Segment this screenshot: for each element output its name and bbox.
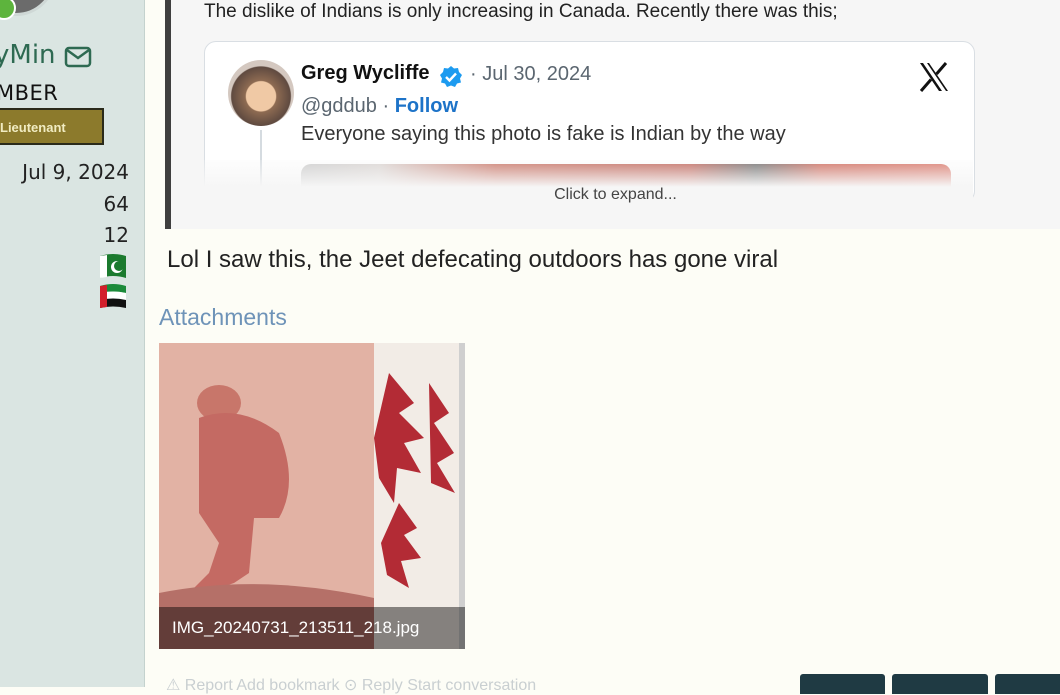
tweet-follow-link[interactable]: Follow bbox=[395, 95, 458, 117]
attachments-section: Attachments IMG_20240731_213511_218.jpg … bbox=[158, 286, 1060, 694]
quote-text: The dislike of Indians is only increasin… bbox=[204, 1, 838, 22]
rank-badge: Lieutenant bbox=[0, 108, 104, 145]
attachment-image bbox=[159, 343, 465, 649]
online-status-icon bbox=[0, 0, 16, 20]
post-body-text: Lol I saw this, the Jeet defecating outd… bbox=[167, 246, 779, 273]
user-sidebar: yMin MBER Lieutenant Jul 9, 2024 64 12 bbox=[0, 0, 145, 687]
uae-flag-icon bbox=[100, 284, 126, 308]
reaction-score: 12 bbox=[103, 223, 129, 247]
tweet-text: Everyone saying this photo is fake is In… bbox=[301, 123, 786, 145]
mail-icon[interactable] bbox=[64, 45, 92, 69]
tweet-handle-text[interactable]: @gddub bbox=[301, 95, 377, 117]
reply-button[interactable] bbox=[995, 674, 1060, 694]
rank-label: Lieutenant bbox=[0, 120, 66, 135]
attachments-heading: Attachments bbox=[159, 304, 287, 330]
like-button[interactable] bbox=[800, 674, 885, 694]
username-link[interactable]: yMin bbox=[0, 40, 56, 70]
verified-badge-icon bbox=[440, 66, 462, 87]
click-to-expand[interactable]: Click to expand... bbox=[171, 186, 1060, 204]
post-footer-actions[interactable]: ⚠ Report Add bookmark ⊙ Reply Start conv… bbox=[166, 675, 536, 695]
join-date: Jul 9, 2024 bbox=[22, 160, 129, 184]
attachment-thumbnail[interactable]: IMG_20240731_213511_218.jpg bbox=[159, 343, 465, 649]
attachment-filename[interactable]: IMG_20240731_213511_218.jpg bbox=[172, 618, 419, 638]
tweet-handle-separator: · bbox=[382, 95, 390, 117]
quote-block: The dislike of Indians is only increasin… bbox=[165, 0, 1060, 229]
message-count: 64 bbox=[103, 192, 129, 216]
tweet-date[interactable]: · Jul 30, 2024 bbox=[470, 63, 591, 86]
user-role: MBER bbox=[0, 81, 59, 105]
x-logo-icon[interactable] bbox=[917, 60, 951, 94]
tweet-avatar[interactable] bbox=[228, 60, 294, 126]
tweet-handle: @gddub · Follow bbox=[301, 95, 458, 118]
pakistan-flag-icon bbox=[100, 254, 126, 278]
tweet-author-name[interactable]: Greg Wycliffe bbox=[301, 62, 430, 85]
quote-button[interactable] bbox=[892, 674, 988, 694]
